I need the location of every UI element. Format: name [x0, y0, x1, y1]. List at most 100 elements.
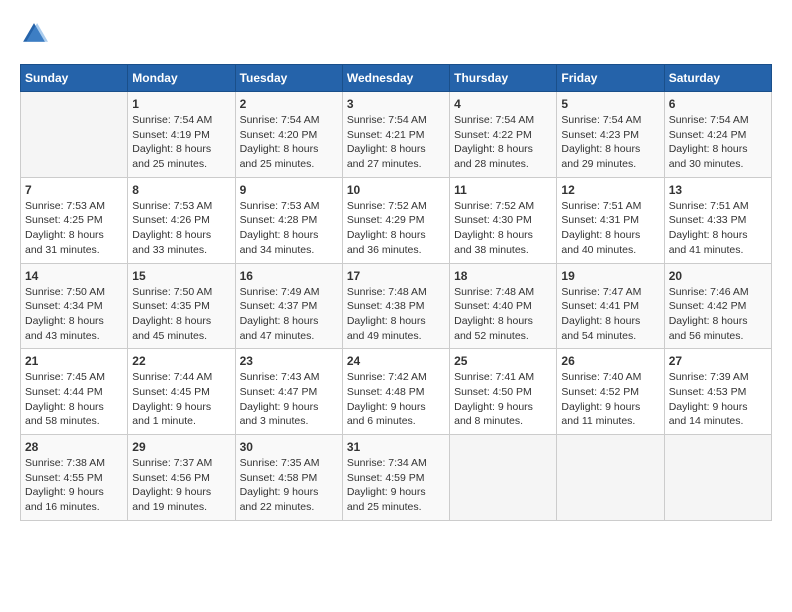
- cell-content: Sunrise: 7:34 AM Sunset: 4:59 PM Dayligh…: [347, 456, 445, 515]
- calendar-cell: 10 Sunrise: 7:52 AM Sunset: 4:29 PM Dayli…: [342, 177, 449, 263]
- cell-content: Sunrise: 7:39 AM Sunset: 4:53 PM Dayligh…: [669, 370, 767, 429]
- cell-content: Sunrise: 7:47 AM Sunset: 4:41 PM Dayligh…: [561, 285, 659, 344]
- day-number: 2: [240, 97, 338, 111]
- day-header-saturday: Saturday: [664, 65, 771, 92]
- calendar-cell: 29 Sunrise: 7:37 AM Sunset: 4:56 PM Dayli…: [128, 435, 235, 521]
- day-number: 16: [240, 269, 338, 283]
- cell-content: Sunrise: 7:35 AM Sunset: 4:58 PM Dayligh…: [240, 456, 338, 515]
- cell-content: Sunrise: 7:45 AM Sunset: 4:44 PM Dayligh…: [25, 370, 123, 429]
- calendar-cell: 19 Sunrise: 7:47 AM Sunset: 4:41 PM Dayli…: [557, 263, 664, 349]
- cell-content: Sunrise: 7:54 AM Sunset: 4:22 PM Dayligh…: [454, 113, 552, 172]
- calendar-cell: 1 Sunrise: 7:54 AM Sunset: 4:19 PM Daylig…: [128, 92, 235, 178]
- calendar-cell: 26 Sunrise: 7:40 AM Sunset: 4:52 PM Dayli…: [557, 349, 664, 435]
- day-number: 10: [347, 183, 445, 197]
- calendar-cell: 2 Sunrise: 7:54 AM Sunset: 4:20 PM Daylig…: [235, 92, 342, 178]
- day-number: 27: [669, 354, 767, 368]
- calendar-cell: [21, 92, 128, 178]
- calendar-cell: 6 Sunrise: 7:54 AM Sunset: 4:24 PM Daylig…: [664, 92, 771, 178]
- day-number: 21: [25, 354, 123, 368]
- calendar-cell: 8Sunrise: 7:53 AM Sunset: 4:26 PM Daylig…: [128, 177, 235, 263]
- calendar-cell: 28 Sunrise: 7:38 AM Sunset: 4:55 PM Dayli…: [21, 435, 128, 521]
- day-number: 22: [132, 354, 230, 368]
- day-number: 18: [454, 269, 552, 283]
- day-number: 6: [669, 97, 767, 111]
- day-header-thursday: Thursday: [450, 65, 557, 92]
- calendar-cell: 13 Sunrise: 7:51 AM Sunset: 4:33 PM Dayli…: [664, 177, 771, 263]
- day-number: 30: [240, 440, 338, 454]
- cell-content: Sunrise: 7:37 AM Sunset: 4:56 PM Dayligh…: [132, 456, 230, 515]
- calendar-cell: 4 Sunrise: 7:54 AM Sunset: 4:22 PM Daylig…: [450, 92, 557, 178]
- day-number: 12: [561, 183, 659, 197]
- calendar-cell: 21 Sunrise: 7:45 AM Sunset: 4:44 PM Dayli…: [21, 349, 128, 435]
- calendar-cell: 11 Sunrise: 7:52 AM Sunset: 4:30 PM Dayli…: [450, 177, 557, 263]
- day-number: 4: [454, 97, 552, 111]
- cell-content: Sunrise: 7:49 AM Sunset: 4:37 PM Dayligh…: [240, 285, 338, 344]
- cell-content: Sunrise: 7:52 AM Sunset: 4:30 PM Dayligh…: [454, 199, 552, 258]
- day-number: 9: [240, 183, 338, 197]
- calendar-cell: 24 Sunrise: 7:42 AM Sunset: 4:48 PM Dayli…: [342, 349, 449, 435]
- day-number: 11: [454, 183, 552, 197]
- calendar-cell: [664, 435, 771, 521]
- day-number: 31: [347, 440, 445, 454]
- cell-content: Sunrise: 7:43 AM Sunset: 4:47 PM Dayligh…: [240, 370, 338, 429]
- day-header-tuesday: Tuesday: [235, 65, 342, 92]
- calendar-cell: 27 Sunrise: 7:39 AM Sunset: 4:53 PM Dayli…: [664, 349, 771, 435]
- day-number: 14: [25, 269, 123, 283]
- calendar-cell: 3 Sunrise: 7:54 AM Sunset: 4:21 PM Daylig…: [342, 92, 449, 178]
- cell-content: Sunrise: 7:52 AM Sunset: 4:29 PM Dayligh…: [347, 199, 445, 258]
- calendar-cell: [450, 435, 557, 521]
- day-header-wednesday: Wednesday: [342, 65, 449, 92]
- calendar-table: SundayMondayTuesdayWednesdayThursdayFrid…: [20, 64, 772, 521]
- cell-content: Sunrise: 7:53 AM Sunset: 4:26 PM Dayligh…: [132, 199, 230, 258]
- cell-content: Sunrise: 7:54 AM Sunset: 4:20 PM Dayligh…: [240, 113, 338, 172]
- calendar-cell: 9 Sunrise: 7:53 AM Sunset: 4:28 PM Daylig…: [235, 177, 342, 263]
- day-number: 26: [561, 354, 659, 368]
- day-number: 23: [240, 354, 338, 368]
- calendar-cell: 22 Sunrise: 7:44 AM Sunset: 4:45 PM Dayli…: [128, 349, 235, 435]
- calendar-cell: 18Sunrise: 7:48 AM Sunset: 4:40 PM Dayli…: [450, 263, 557, 349]
- calendar-cell: 17 Sunrise: 7:48 AM Sunset: 4:38 PM Dayli…: [342, 263, 449, 349]
- cell-content: Sunrise: 7:44 AM Sunset: 4:45 PM Dayligh…: [132, 370, 230, 429]
- calendar-cell: 5 Sunrise: 7:54 AM Sunset: 4:23 PM Daylig…: [557, 92, 664, 178]
- cell-content: Sunrise: 7:48 AM Sunset: 4:38 PM Dayligh…: [347, 285, 445, 344]
- calendar-cell: 7Sunrise: 7:53 AM Sunset: 4:25 PM Daylig…: [21, 177, 128, 263]
- day-number: 13: [669, 183, 767, 197]
- cell-content: Sunrise: 7:53 AM Sunset: 4:25 PM Dayligh…: [25, 199, 123, 258]
- day-number: 5: [561, 97, 659, 111]
- cell-content: Sunrise: 7:54 AM Sunset: 4:19 PM Dayligh…: [132, 113, 230, 172]
- cell-content: Sunrise: 7:50 AM Sunset: 4:35 PM Dayligh…: [132, 285, 230, 344]
- cell-content: Sunrise: 7:40 AM Sunset: 4:52 PM Dayligh…: [561, 370, 659, 429]
- day-number: 15: [132, 269, 230, 283]
- calendar-cell: 30 Sunrise: 7:35 AM Sunset: 4:58 PM Dayli…: [235, 435, 342, 521]
- day-header-monday: Monday: [128, 65, 235, 92]
- calendar-cell: 31 Sunrise: 7:34 AM Sunset: 4:59 PM Dayli…: [342, 435, 449, 521]
- calendar-cell: 12 Sunrise: 7:51 AM Sunset: 4:31 PM Dayli…: [557, 177, 664, 263]
- day-number: 25: [454, 354, 552, 368]
- page-header: [20, 20, 772, 48]
- cell-content: Sunrise: 7:38 AM Sunset: 4:55 PM Dayligh…: [25, 456, 123, 515]
- cell-content: Sunrise: 7:54 AM Sunset: 4:24 PM Dayligh…: [669, 113, 767, 172]
- calendar-cell: 16 Sunrise: 7:49 AM Sunset: 4:37 PM Dayli…: [235, 263, 342, 349]
- logo-icon: [20, 20, 48, 48]
- cell-content: Sunrise: 7:54 AM Sunset: 4:21 PM Dayligh…: [347, 113, 445, 172]
- cell-content: Sunrise: 7:42 AM Sunset: 4:48 PM Dayligh…: [347, 370, 445, 429]
- day-number: 1: [132, 97, 230, 111]
- day-number: 28: [25, 440, 123, 454]
- cell-content: Sunrise: 7:54 AM Sunset: 4:23 PM Dayligh…: [561, 113, 659, 172]
- cell-content: Sunrise: 7:51 AM Sunset: 4:33 PM Dayligh…: [669, 199, 767, 258]
- calendar-cell: 23 Sunrise: 7:43 AM Sunset: 4:47 PM Dayli…: [235, 349, 342, 435]
- day-number: 17: [347, 269, 445, 283]
- day-number: 19: [561, 269, 659, 283]
- calendar-cell: [557, 435, 664, 521]
- day-number: 29: [132, 440, 230, 454]
- day-header-friday: Friday: [557, 65, 664, 92]
- logo: [20, 20, 52, 48]
- cell-content: Sunrise: 7:53 AM Sunset: 4:28 PM Dayligh…: [240, 199, 338, 258]
- cell-content: Sunrise: 7:50 AM Sunset: 4:34 PM Dayligh…: [25, 285, 123, 344]
- calendar-cell: 20Sunrise: 7:46 AM Sunset: 4:42 PM Dayli…: [664, 263, 771, 349]
- day-number: 24: [347, 354, 445, 368]
- day-number: 3: [347, 97, 445, 111]
- day-header-sunday: Sunday: [21, 65, 128, 92]
- calendar-cell: 15 Sunrise: 7:50 AM Sunset: 4:35 PM Dayli…: [128, 263, 235, 349]
- cell-content: Sunrise: 7:51 AM Sunset: 4:31 PM Dayligh…: [561, 199, 659, 258]
